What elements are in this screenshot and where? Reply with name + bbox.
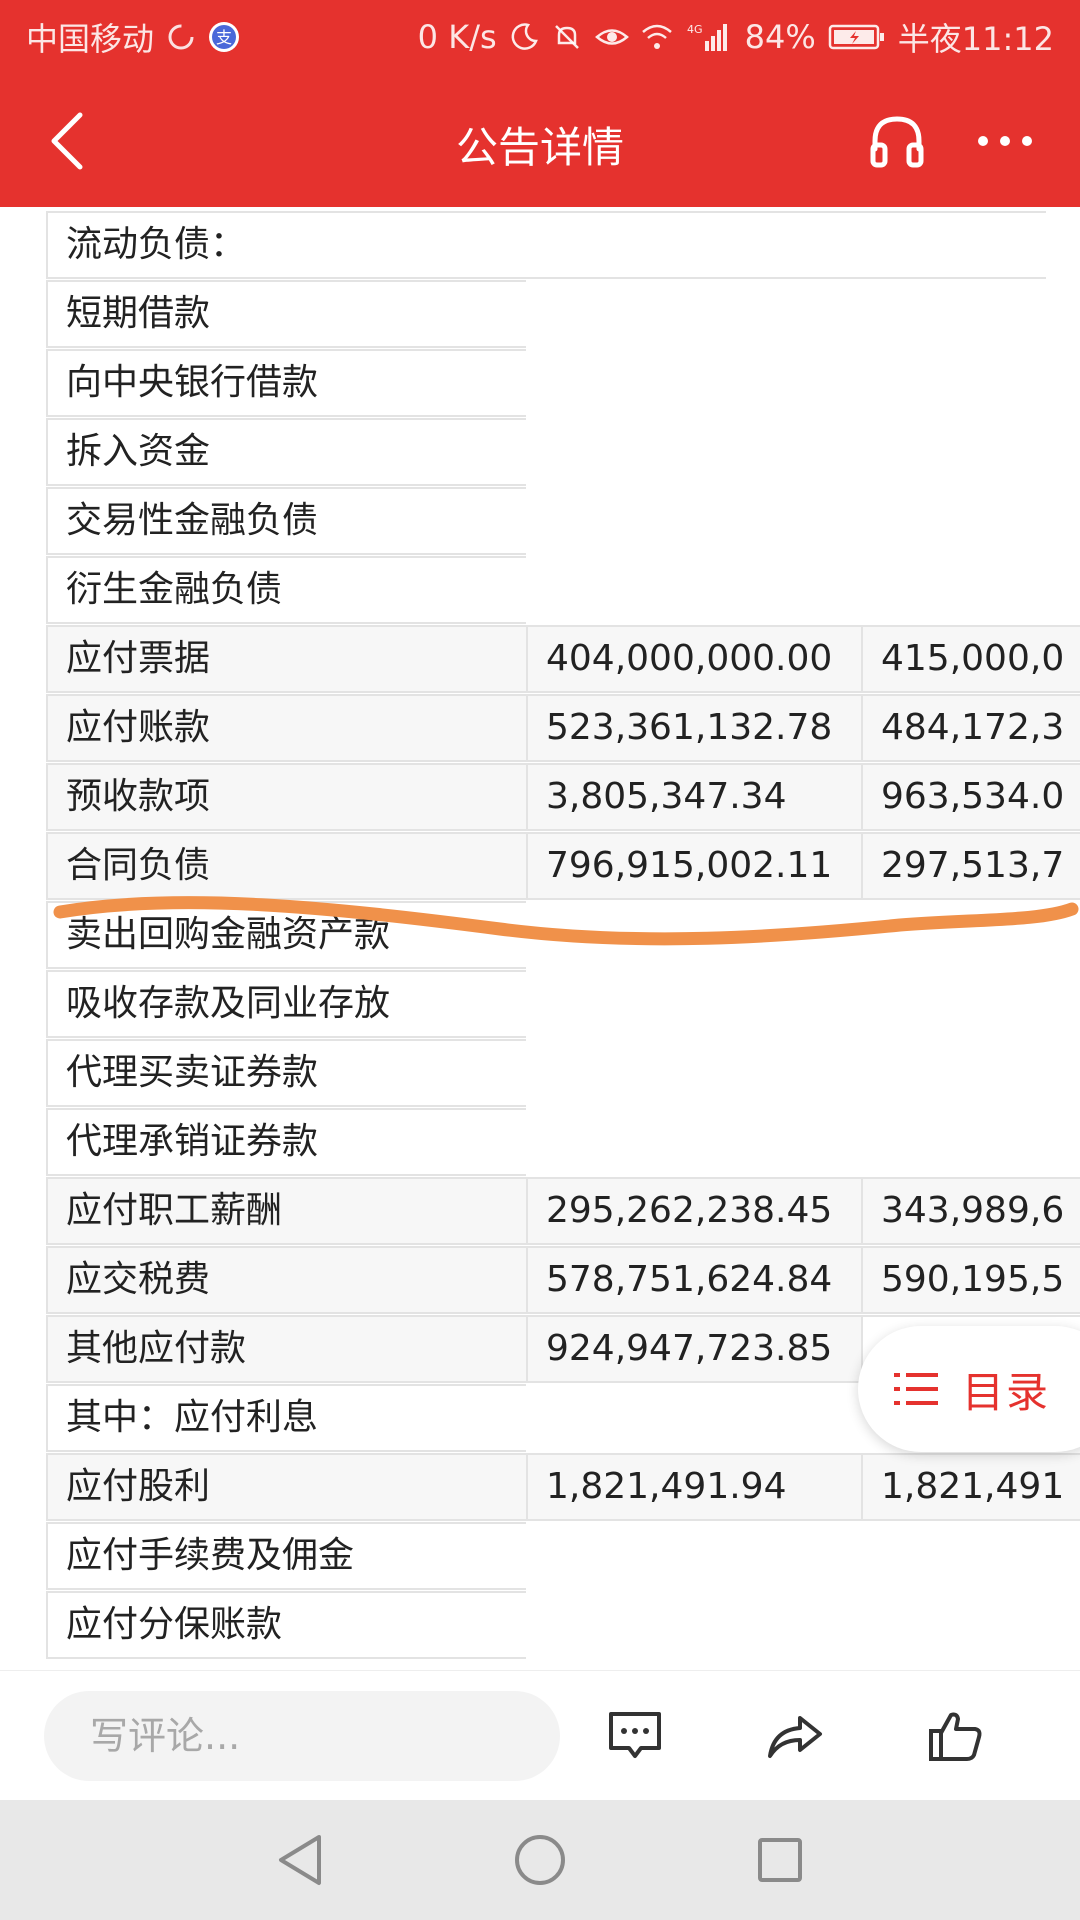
loading-ring-icon [166, 22, 196, 52]
table-row: 向中央银行借款 [46, 349, 1036, 418]
table-row: 应付票据 404,000,000.00 415,000,0 [46, 625, 1080, 694]
battery-percent: 84% [744, 18, 816, 56]
current-period-value: 924,947,723.85 [526, 1315, 861, 1383]
table-row: 应付账款 523,361,132.78 484,172,3 [46, 694, 1080, 763]
current-period-value: 295,262,238.45 [526, 1177, 861, 1245]
previous-period-value: 297,513,7 [861, 832, 1080, 900]
row-label: 其他应付款 [46, 1315, 526, 1383]
row-label: 拆入资金 [46, 418, 526, 486]
comment-icon [609, 1712, 661, 1758]
row-label: 其中：应付利息 [46, 1384, 526, 1452]
signal-icon: 4G [685, 21, 733, 53]
square-recents-icon [758, 1838, 802, 1882]
net-speed: 0 K/s [417, 18, 497, 56]
nav-home-button[interactable] [505, 1825, 575, 1895]
list-icon [894, 1373, 938, 1405]
table-row: 吸收存款及同业存放 [46, 970, 1036, 1039]
previous-period-value: 1,821,491 [861, 1453, 1080, 1521]
svg-text:支: 支 [216, 28, 232, 47]
table-row: 应付职工薪酬 295,262,238.45 343,989,6 [46, 1177, 1080, 1246]
row-label: 应付票据 [46, 625, 526, 693]
table-row: 代理承销证券款 [46, 1108, 1036, 1177]
table-row: 交易性金融负债 [46, 487, 1036, 556]
row-label: 应付职工薪酬 [46, 1177, 526, 1245]
table-row: 应付手续费及佣金 [46, 1522, 1036, 1591]
table-row: 应付分保账款 [46, 1591, 1036, 1660]
toc-button[interactable]: 目录 [858, 1326, 1080, 1452]
row-label: 卖出回购金融资产款 [46, 901, 526, 969]
section-row: 流动负债： [46, 211, 1046, 280]
current-period-value: 404,000,000.00 [526, 625, 861, 693]
carrier-name: 中国移动 [26, 20, 155, 58]
triangle-back-icon [279, 1835, 321, 1885]
network-type-label: 4G [687, 23, 703, 36]
previous-period-value: 963,534.0 [861, 763, 1080, 831]
more-dots-icon [978, 136, 1032, 146]
previous-period-value: 484,172,3 [861, 694, 1080, 762]
wifi-icon [641, 22, 673, 52]
toc-label: 目录 [962, 1367, 1051, 1417]
clock: 半夜11:12 [897, 20, 1054, 58]
table-row: 衍生金融负债 [46, 556, 1036, 625]
share-icon [768, 1716, 822, 1758]
table-row: 卖出回购金融资产款 [46, 901, 1036, 970]
row-label: 应付账款 [46, 694, 526, 762]
current-period-value: 3,805,347.34 [526, 763, 861, 831]
more-button[interactable] [970, 106, 1040, 176]
table-row: 短期借款 [46, 280, 1036, 349]
row-label: 应付手续费及佣金 [46, 1522, 526, 1590]
current-period-value: 796,915,002.11 [526, 832, 861, 900]
nav-back-button[interactable] [265, 1825, 335, 1895]
current-period-value: 1,821,491.94 [526, 1453, 861, 1521]
comment-input[interactable] [44, 1691, 560, 1781]
thumbs-up-icon [929, 1712, 982, 1761]
back-button[interactable] [38, 106, 98, 176]
table-row: 预收款项 3,805,347.34 963,534.0 [46, 763, 1080, 832]
section-title: 流动负债： [46, 211, 1046, 279]
share-button[interactable] [755, 1696, 835, 1776]
row-label: 向中央银行借款 [46, 349, 526, 417]
system-nav-bar [0, 1800, 1080, 1920]
back-arrow-icon [51, 112, 83, 170]
headphones-icon [870, 116, 924, 168]
row-label: 应付分保账款 [46, 1591, 526, 1659]
row-label: 预收款项 [46, 763, 526, 831]
row-label: 短期借款 [46, 280, 526, 348]
row-label: 代理承销证券款 [46, 1108, 526, 1176]
row-label: 应交税费 [46, 1246, 526, 1314]
row-label: 衍生金融负债 [46, 556, 526, 624]
table-row: 应付股利 1,821,491.94 1,821,491 [46, 1453, 1080, 1522]
status-bar: 中国移动 支 0 K/s 4G 84% 半夜11:12 [0, 0, 1080, 76]
current-period-value: 523,361,132.78 [526, 694, 861, 762]
table-row: 应交税费 578,751,624.84 590,195,5 [46, 1246, 1080, 1315]
nav-recents-button[interactable] [745, 1825, 815, 1895]
comments-button[interactable] [595, 1696, 675, 1776]
row-label: 应付股利 [46, 1453, 526, 1521]
like-button[interactable] [915, 1696, 995, 1776]
circle-home-icon [515, 1835, 565, 1885]
previous-period-value: 590,195,5 [861, 1246, 1080, 1314]
previous-period-value: 343,989,6 [861, 1177, 1080, 1245]
top-bar: 中国移动 支 0 K/s 4G 84% 半夜11:12 公告详情 [0, 0, 1080, 207]
table-row: 合同负债 796,915,002.11 297,513,7 [46, 832, 1080, 901]
row-label: 代理买卖证券款 [46, 1039, 526, 1107]
alipay-icon: 支 [208, 21, 240, 53]
previous-period-value: 415,000,0 [861, 625, 1080, 693]
eye-icon [594, 22, 629, 52]
table-row: 拆入资金 [46, 418, 1036, 487]
current-period-value: 578,751,624.84 [526, 1246, 861, 1314]
moon-icon [509, 22, 539, 52]
row-label: 合同负债 [46, 832, 526, 900]
table-row: 代理买卖证券款 [46, 1039, 1036, 1108]
comment-bar [0, 1670, 1080, 1801]
row-label: 吸收存款及同业存放 [46, 970, 526, 1038]
mute-icon [551, 21, 583, 53]
row-label: 交易性金融负债 [46, 487, 526, 555]
listen-button[interactable] [862, 106, 932, 176]
app-bar: 公告详情 [0, 76, 1080, 207]
battery-charging-icon [828, 23, 886, 51]
